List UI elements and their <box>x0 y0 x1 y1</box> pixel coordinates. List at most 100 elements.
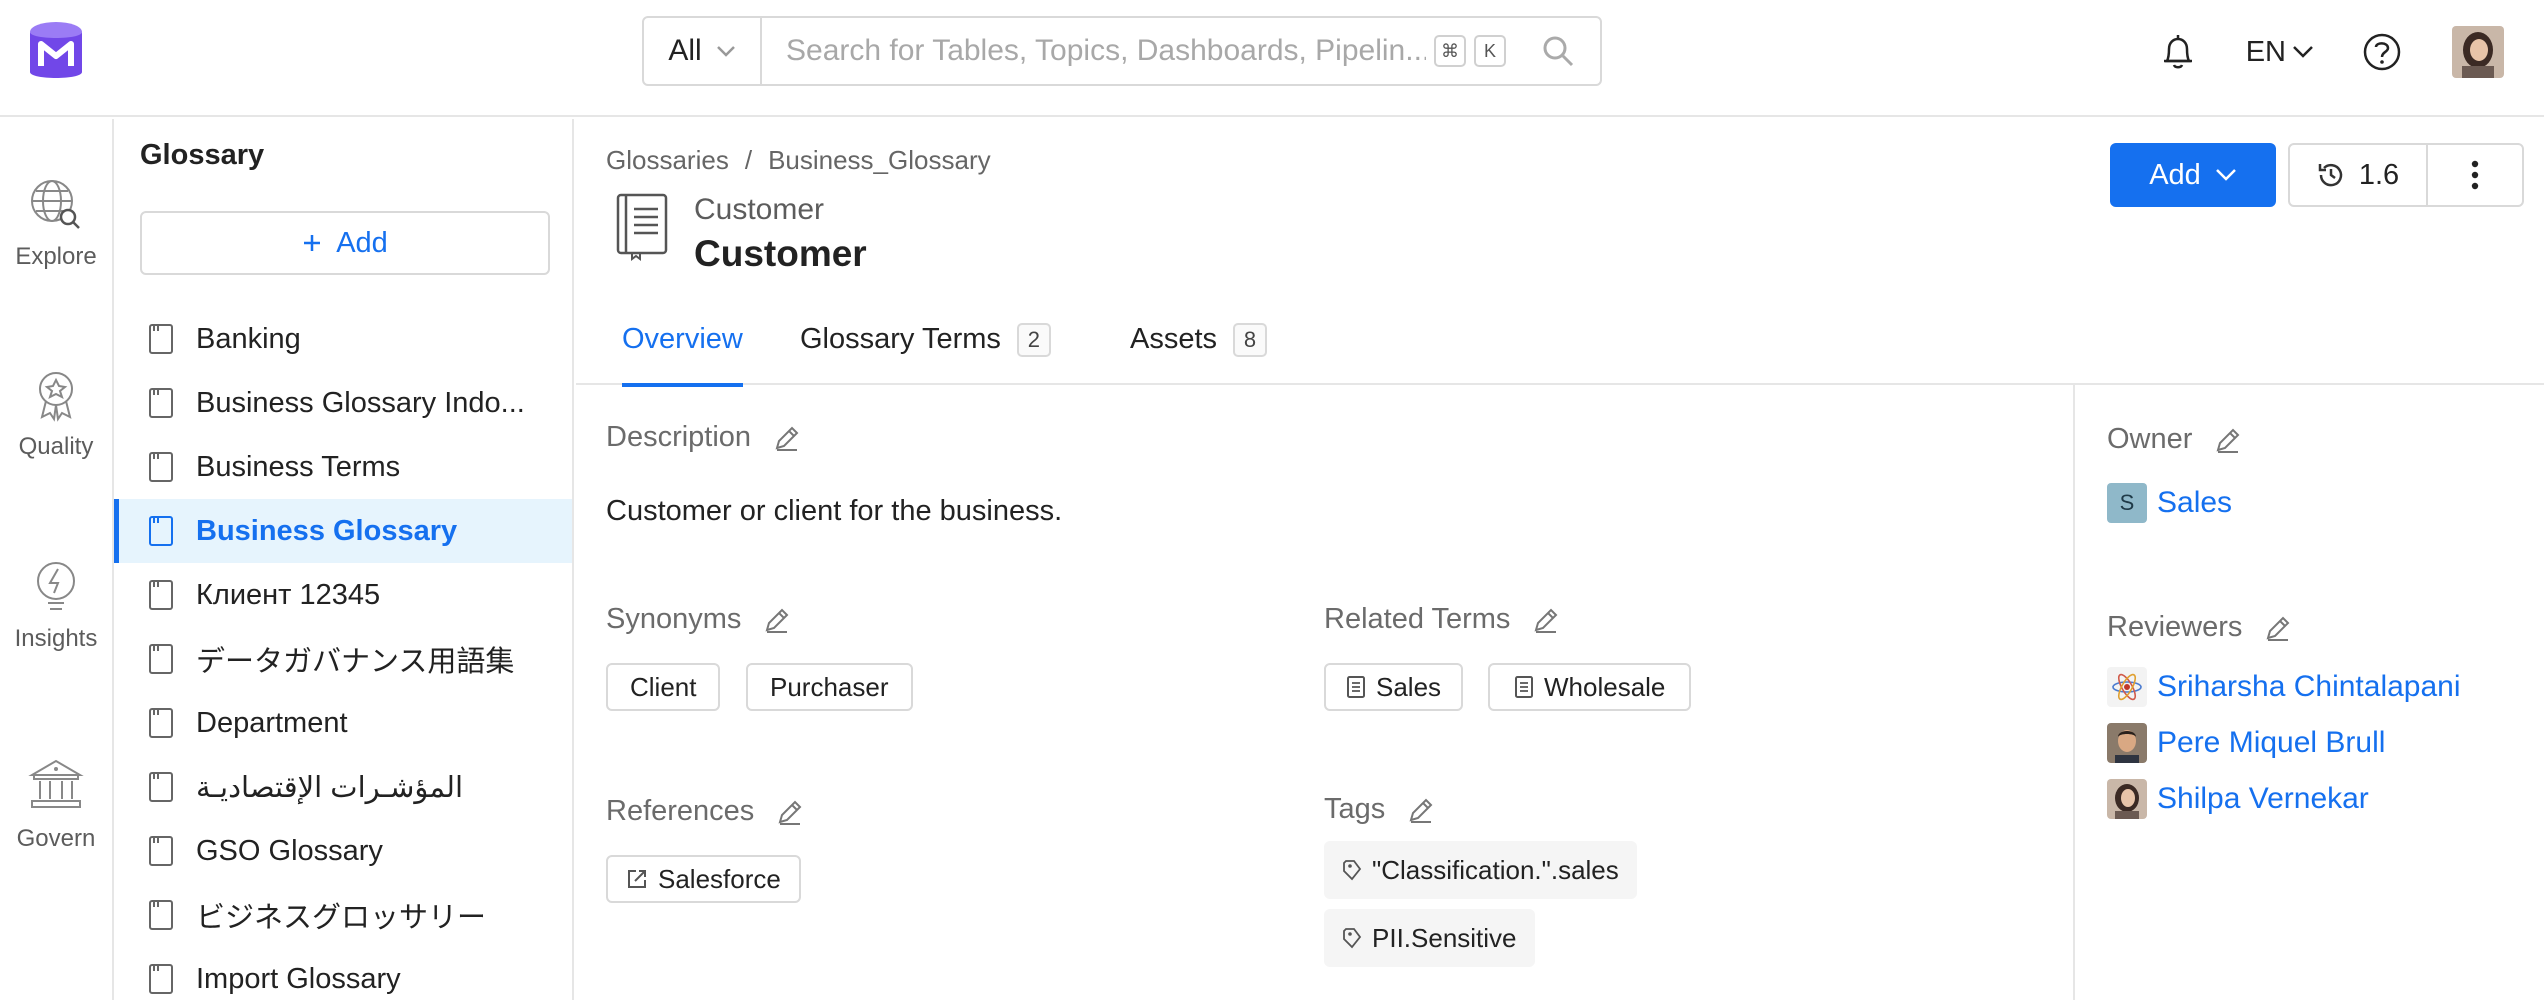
glossary-item[interactable]: GSO Glossary <box>114 819 572 883</box>
nav-quality-label: Quality <box>18 433 94 460</box>
owner-name: Sales <box>2157 486 2233 519</box>
history-icon <box>2318 163 2343 187</box>
edit-pencil-icon[interactable] <box>2264 614 2292 642</box>
command-key: ⌘ <box>1434 35 1466 67</box>
tag-chip[interactable]: "Classification.".sales <box>1324 841 1637 899</box>
tab-assets-label: Assets <box>1130 323 1218 355</box>
glossary-book-icon <box>149 644 173 674</box>
glossary-item[interactable]: データガバナンス用語集 <box>114 627 572 691</box>
tag-icon <box>1343 928 1362 949</box>
glossary-book-icon <box>149 772 173 802</box>
synonym-label: Client <box>630 671 697 702</box>
glossary-term-icon <box>1515 676 1533 698</box>
nav-govern[interactable]: Govern <box>0 755 112 853</box>
tab-overview[interactable]: Overview <box>622 319 743 387</box>
top-navbar: All Search for Tables, Topics, Dashboard… <box>0 0 2544 117</box>
glossary-item[interactable]: Business Glossary Indo... <box>114 371 572 435</box>
edit-pencil-icon[interactable] <box>776 798 804 826</box>
nav-explore-label: Explore <box>15 243 97 270</box>
glossary-detail: Glossaries / Business_Glossary Customer … <box>576 119 2544 1000</box>
glossary-item[interactable]: Banking <box>114 307 572 371</box>
chevron-down-icon <box>716 46 735 57</box>
related-terms-label: Related Terms <box>1324 603 1511 635</box>
owner-link[interactable]: S Sales <box>2107 483 2232 523</box>
user-avatar[interactable] <box>2452 26 2504 78</box>
glossary-item-label: ビジネスグロッサリー <box>196 902 487 934</box>
glossary-item[interactable]: Клиент 12345 <box>114 563 572 627</box>
description-text: Customer or client for the business. <box>606 495 1063 527</box>
nav-insights[interactable]: Insights <box>0 559 112 653</box>
related-term-label: Wholesale <box>1544 671 1666 702</box>
user-photo-icon <box>2107 723 2147 763</box>
entity-display-name: Customer <box>694 193 825 226</box>
related-term-chip[interactable]: Wholesale <box>1488 663 1692 711</box>
edit-pencil-icon[interactable] <box>1532 606 1560 634</box>
synonym-chip: Purchaser <box>746 663 913 711</box>
glossary-item[interactable]: المؤشـرات الإقتصاديـة <box>114 755 572 819</box>
glossary-book-icon <box>149 452 173 482</box>
glossary-item-label: Department <box>196 706 348 739</box>
related-term-chip[interactable]: Sales <box>1324 663 1464 711</box>
search-button[interactable] <box>1528 18 1588 84</box>
glossary-item[interactable]: Business Terms <box>114 435 572 499</box>
plus-icon <box>304 235 321 251</box>
glossary-item-active[interactable]: Business Glossary <box>114 499 572 563</box>
search-input[interactable]: Search for Tables, Topics, Dashboards, P… <box>762 18 1426 84</box>
nav-explore[interactable]: Explore <box>0 177 112 271</box>
synonyms-label: Synonyms <box>606 603 742 635</box>
glossary-item[interactable]: Department <box>114 691 572 755</box>
openmetadata-logo[interactable] <box>26 20 86 86</box>
related-term-label: Sales <box>1376 671 1442 702</box>
help-button[interactable] <box>2354 24 2410 80</box>
reviewer-link[interactable]: Sriharsha Chintalapani <box>2107 667 2461 707</box>
glossary-item-label: GSO Glossary <box>196 834 383 867</box>
reviewers-label: Reviewers <box>2107 611 2243 643</box>
glossary-book-icon <box>149 516 173 546</box>
glossary-sidebar: Glossary Add Banking Business Glossary I… <box>114 119 574 1000</box>
search-scope-dropdown[interactable]: All <box>644 18 762 84</box>
notifications-button[interactable] <box>2150 24 2206 80</box>
tab-glossary-terms[interactable]: Glossary Terms 2 <box>800 319 1051 385</box>
tab-assets[interactable]: Assets 8 <box>1130 319 1268 385</box>
reviewer-name: Pere Miquel Brull <box>2157 726 2386 759</box>
breadcrumb-separator: / <box>744 145 753 175</box>
tag-icon <box>1343 860 1362 881</box>
more-vertical-icon <box>2471 160 2479 190</box>
tag-chip[interactable]: PII.Sensitive <box>1324 909 1535 967</box>
add-dropdown-button[interactable]: Add <box>2110 143 2276 207</box>
bank-building-icon <box>28 759 84 808</box>
assets-count: 8 <box>1233 323 1268 357</box>
lightbulb-icon <box>37 562 75 610</box>
edit-pencil-icon[interactable] <box>2214 426 2242 454</box>
edit-pencil-icon[interactable] <box>1407 796 1435 824</box>
search-icon <box>1543 36 1574 67</box>
globe-search-icon <box>31 180 80 229</box>
atom-avatar-icon <box>2107 667 2147 707</box>
glossary-book-icon <box>149 580 173 610</box>
version-history-button[interactable]: 1.6 <box>2290 145 2428 205</box>
glossary-book-icon <box>149 388 173 418</box>
team-avatar: S <box>2107 483 2147 523</box>
glossary-item[interactable]: Import Glossary <box>114 947 572 1000</box>
search-shortcut: ⌘ K <box>1426 35 1506 67</box>
edit-pencil-icon[interactable] <box>763 606 791 634</box>
side-panel: Owner S Sales Reviewers Sriharsha Chinta… <box>2075 385 2544 1000</box>
more-options-button[interactable] <box>2428 145 2522 205</box>
detail-tabs: Overview Glossary Terms 2 Assets 8 <box>576 319 2544 387</box>
breadcrumb-glossaries-link[interactable]: Glossaries <box>606 145 729 176</box>
edit-pencil-icon[interactable] <box>773 424 801 452</box>
add-glossary-button[interactable]: Add <box>140 211 550 275</box>
reviewer-link[interactable]: Shilpa Vernekar <box>2107 779 2369 819</box>
tags-label: Tags <box>1324 793 1386 825</box>
language-selector[interactable]: EN <box>2246 36 2314 69</box>
glossary-item-label: المؤشـرات الإقتصاديـة <box>196 771 464 804</box>
description-section-header: Description <box>606 421 801 454</box>
synonyms-section-header: Synonyms <box>606 603 791 636</box>
glossary-item[interactable]: ビジネスグロッサリー <box>114 883 572 947</box>
reviewer-link[interactable]: Pere Miquel Brull <box>2107 723 2385 763</box>
reference-link-chip[interactable]: Salesforce <box>606 855 801 903</box>
breadcrumb-current-link[interactable]: Business_Glossary <box>768 145 991 176</box>
synonym-chip: Client <box>606 663 721 711</box>
synonym-label: Purchaser <box>770 671 889 702</box>
nav-quality[interactable]: Quality <box>0 367 112 461</box>
